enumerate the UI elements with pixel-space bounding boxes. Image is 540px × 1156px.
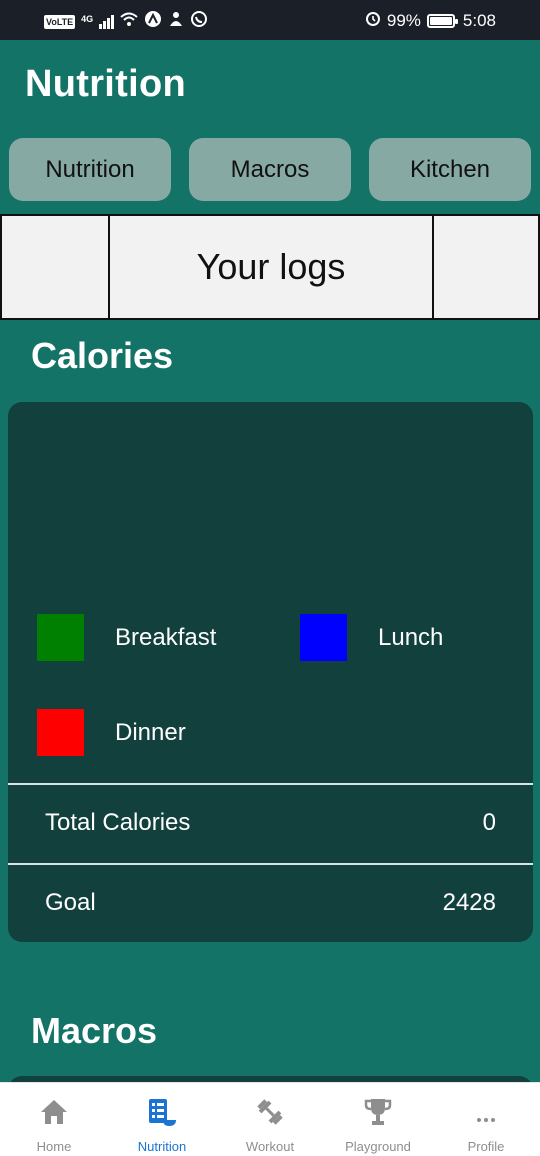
network-type: 4G: [81, 13, 94, 24]
app-notification-icon: [168, 10, 184, 33]
goal-value: 2428: [442, 889, 496, 916]
nav-workout[interactable]: Workout: [216, 1083, 324, 1156]
total-calories-value: 0: [482, 809, 496, 836]
wifi-icon: [120, 11, 138, 32]
battery-icon: [426, 13, 458, 28]
total-calories-label: Total Calories: [45, 809, 191, 836]
macros-section-title: Macros: [31, 1010, 158, 1051]
home-icon: [37, 1095, 71, 1129]
legend-breakfast: Breakfast: [37, 614, 216, 661]
clock: 5:08: [462, 10, 496, 30]
battery-fill: [429, 16, 452, 25]
lunch-swatch: [300, 614, 347, 661]
volte-badge: VoLTE: [44, 14, 76, 29]
dinner-swatch: [37, 709, 84, 756]
bottom-nav: Home Nutrition Workout Playground Profil…: [0, 1082, 540, 1156]
nav-label: Workout: [245, 1139, 295, 1154]
goal-label: Goal: [45, 889, 96, 916]
nav-label: Playground: [345, 1139, 411, 1154]
nutrition-icon: [145, 1095, 179, 1129]
signal-icon: [99, 14, 115, 29]
nav-playground[interactable]: Playground: [324, 1083, 432, 1156]
battery-percent: 99%: [386, 10, 421, 30]
nav-home[interactable]: Home: [0, 1083, 108, 1156]
logs-title: Your logs: [108, 216, 432, 318]
app-notification-icon: [144, 10, 162, 33]
tab-kitchen[interactable]: Kitchen: [369, 138, 531, 201]
alarm-icon: [365, 10, 381, 31]
status-right: 99% 5:08: [365, 10, 496, 31]
nav-label: Nutrition: [137, 1139, 187, 1154]
nav-label: Home: [36, 1139, 72, 1154]
status-bar: VoLTE 4G 99% 5:08: [0, 0, 540, 40]
goal-row: Goal 2428: [8, 864, 533, 942]
dumbbell-icon: [253, 1095, 287, 1129]
breakfast-swatch: [37, 614, 84, 661]
tab-macros[interactable]: Macros: [189, 138, 351, 201]
logs-bar: Your logs: [0, 214, 540, 320]
tab-nutrition[interactable]: Nutrition: [9, 138, 171, 201]
more-icon: [469, 1095, 503, 1129]
page-title: Nutrition: [25, 63, 186, 105]
logs-next-cell[interactable]: [432, 216, 540, 318]
legend-label: Dinner: [115, 718, 186, 746]
legend-dinner: Dinner: [37, 709, 186, 756]
calories-section-title: Calories: [31, 335, 174, 376]
nav-nutrition[interactable]: Nutrition: [108, 1083, 216, 1156]
calories-card: Breakfast Lunch Dinner Total Calories 0 …: [8, 402, 533, 942]
nav-label: Profile: [467, 1139, 505, 1154]
status-left: VoLTE 4G: [44, 10, 208, 33]
total-calories-row: Total Calories 0: [8, 784, 533, 862]
trophy-icon: [361, 1095, 395, 1129]
legend-label: Lunch: [378, 623, 444, 651]
nav-profile[interactable]: Profile: [432, 1083, 540, 1156]
calories-chart-area: [8, 402, 533, 602]
tab-bar: Nutrition Macros Kitchen: [9, 138, 531, 201]
logs-prev-cell[interactable]: [0, 216, 108, 318]
whatsapp-icon: [190, 10, 208, 33]
legend-lunch: Lunch: [300, 614, 443, 661]
legend-label: Breakfast: [115, 623, 217, 651]
